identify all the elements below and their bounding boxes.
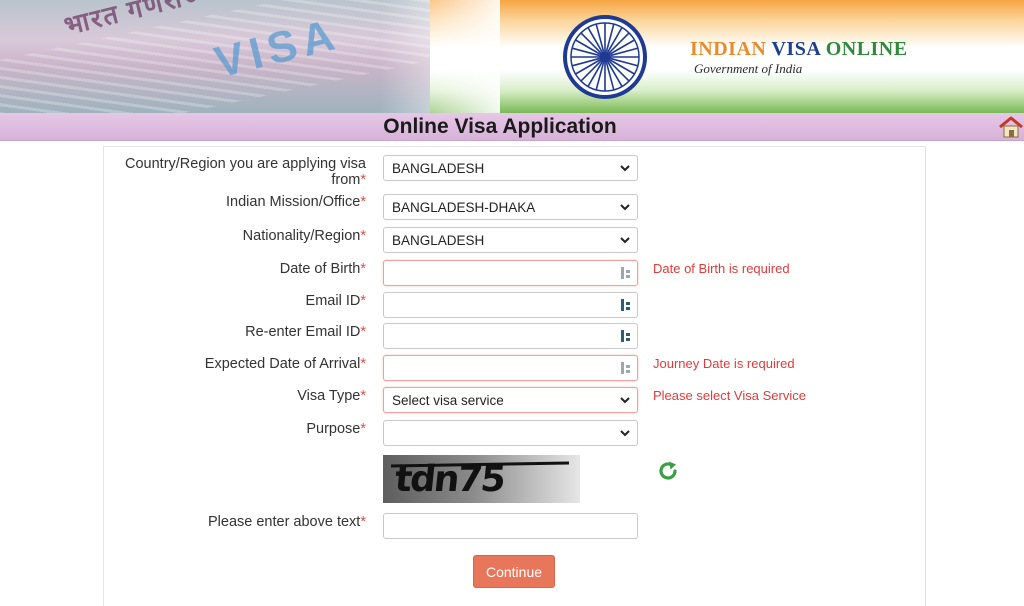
chevron-down-icon bbox=[620, 237, 630, 244]
chevron-down-icon bbox=[620, 430, 630, 437]
visa-type-select[interactable]: Select visa service bbox=[383, 387, 638, 413]
captcha-input-label: Please enter above text* bbox=[207, 514, 366, 530]
email-confirm-input[interactable] bbox=[383, 323, 638, 349]
home-icon[interactable] bbox=[998, 115, 1024, 139]
ashoka-chakra-logo bbox=[563, 15, 647, 99]
email-input[interactable] bbox=[383, 292, 638, 318]
arrival-error: Journey Date is required bbox=[653, 356, 795, 371]
captcha-input[interactable] bbox=[383, 513, 638, 539]
dob-error: Date of Birth is required bbox=[653, 261, 790, 276]
dob-input[interactable] bbox=[383, 260, 638, 286]
page-title: Online Visa Application bbox=[383, 115, 617, 138]
visa-stamp-text: VISA bbox=[210, 9, 345, 88]
email-label: Email ID* bbox=[305, 293, 366, 309]
purpose-label: Purpose* bbox=[306, 421, 366, 437]
refresh-icon[interactable] bbox=[657, 460, 679, 482]
continue-button[interactable]: Continue bbox=[473, 555, 555, 588]
chevron-down-icon bbox=[620, 204, 630, 211]
mission-label: Indian Mission/Office* bbox=[226, 194, 366, 210]
arrival-input[interactable] bbox=[383, 355, 638, 381]
arrival-label: Expected Date of Arrival* bbox=[204, 356, 366, 372]
email-confirm-label: Re-enter Email ID* bbox=[245, 324, 366, 340]
mission-select[interactable]: BANGLADESH-DHAKA bbox=[383, 194, 638, 220]
purpose-select[interactable] bbox=[383, 420, 638, 446]
chevron-down-icon bbox=[620, 165, 630, 172]
visa-type-error: Please select Visa Service bbox=[653, 388, 806, 403]
nationality-label: Nationality/Region* bbox=[242, 228, 366, 244]
captcha-text: tdn75 bbox=[392, 459, 506, 500]
site-subtitle: Government of India bbox=[694, 61, 803, 76]
dob-label: Date of Birth* bbox=[279, 261, 366, 277]
visa-type-label: Visa Type* bbox=[297, 388, 366, 404]
autofill-icon[interactable] bbox=[620, 329, 632, 343]
title-bar: Online Visa Application bbox=[0, 113, 1024, 141]
captcha-image: tdn75 bbox=[383, 455, 580, 503]
header-banner: भारत गणराज्य REPUBLIC OF INDIA VISA INDI… bbox=[0, 0, 1024, 113]
country-select[interactable]: BANGLADESH bbox=[383, 155, 638, 181]
calendar-icon[interactable] bbox=[620, 266, 632, 280]
chevron-down-icon bbox=[620, 397, 630, 404]
calendar-icon[interactable] bbox=[620, 361, 632, 375]
nationality-select[interactable]: BANGLADESH bbox=[383, 227, 638, 253]
autofill-icon[interactable] bbox=[620, 298, 632, 312]
site-logo-title: INDIAN VISA ONLINE bbox=[690, 38, 908, 60]
country-label: Country/Region you are applying visa fro… bbox=[125, 156, 366, 188]
